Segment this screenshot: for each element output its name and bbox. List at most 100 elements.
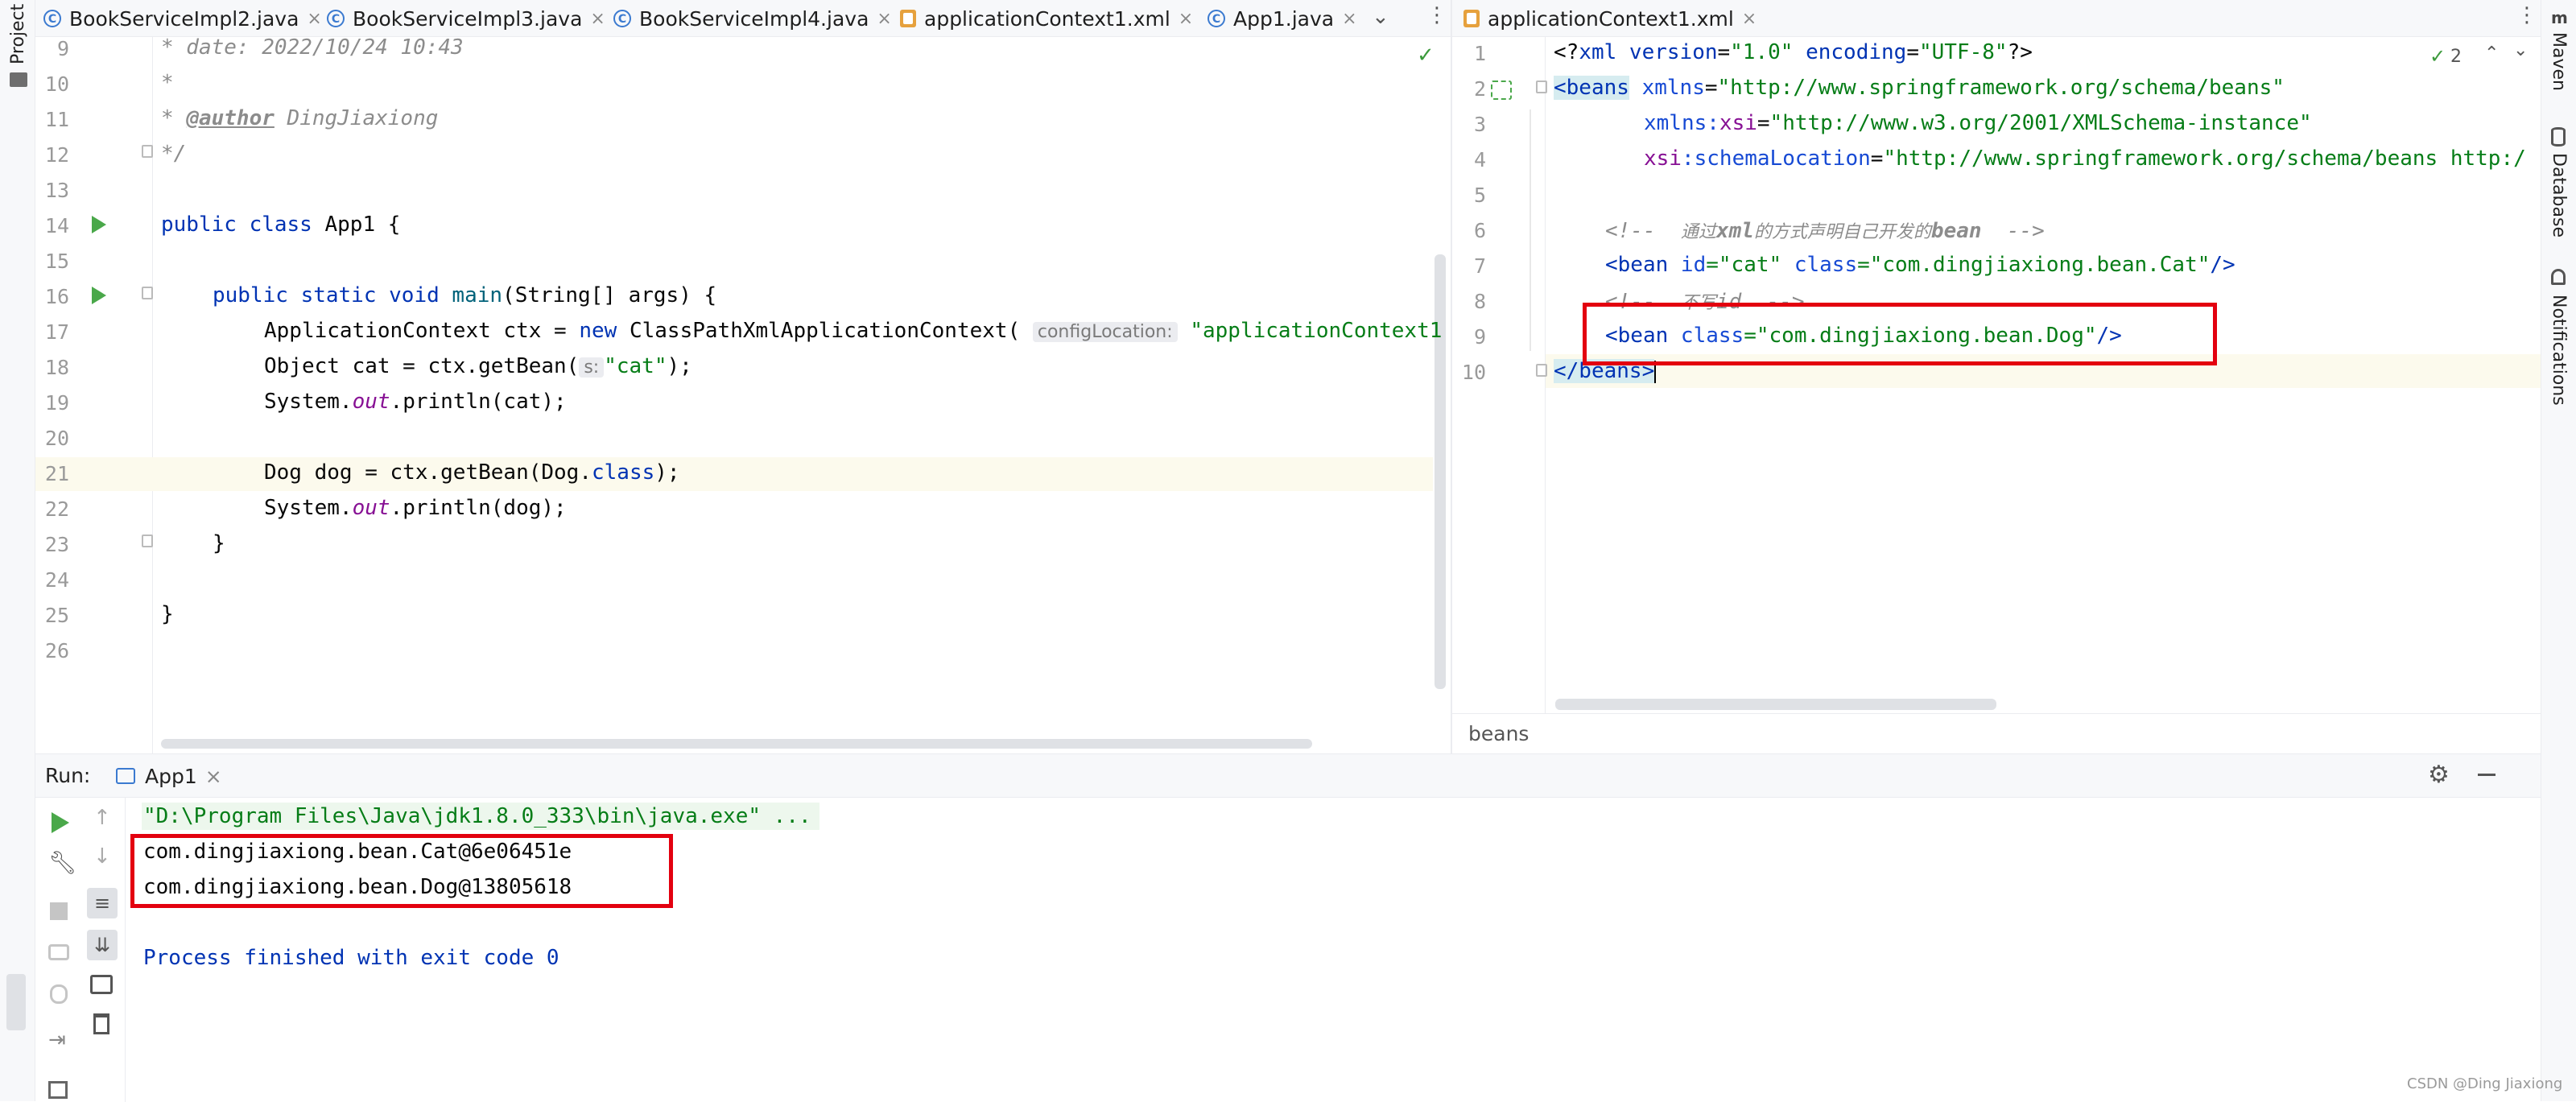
code-line-21: Dog dog = ctx.getBean(Dog.class); (264, 460, 680, 485)
highlight-box-console-output (130, 834, 673, 908)
line-number: 11 (44, 108, 69, 131)
breadcrumb-item[interactable]: beans (1468, 722, 1529, 745)
xml-punct: <? (1554, 40, 1579, 64)
tab-app1-java[interactable]: C App1.java × (1203, 0, 1362, 40)
tab-applicationcontext1-xml[interactable]: applicationContext1.xml × (900, 0, 1193, 37)
indent-guide (1530, 109, 1531, 351)
xml-line-4: xsi:schemaLocation="http://www.springfra… (1644, 147, 2526, 171)
close-icon[interactable]: × (205, 765, 222, 788)
close-icon[interactable]: × (1342, 9, 1356, 29)
code-text: .println(cat); (390, 390, 567, 414)
fold-marker-icon[interactable] (142, 145, 153, 158)
camera-icon[interactable] (48, 944, 69, 960)
scroll-to-end-icon[interactable]: ⇊ (87, 930, 118, 960)
line-number: 13 (44, 179, 69, 202)
trash-icon[interactable] (93, 1013, 109, 1034)
parameter-hint: s: (579, 357, 605, 378)
close-icon[interactable]: × (877, 9, 891, 29)
static-field: out (352, 496, 390, 520)
keyword: new (579, 319, 617, 343)
line-number: 2 (1473, 77, 1486, 101)
minimize-icon[interactable] (2478, 774, 2496, 776)
line-number: 8 (1473, 290, 1486, 313)
code-line-9: * date: 2022/10/24 10:43 (161, 35, 464, 60)
fold-marker-icon[interactable] (1536, 364, 1547, 377)
xml-attr: xmlns (1629, 76, 1705, 100)
xml-value: "http://www.springframework.org/schema/b… (1883, 147, 2526, 171)
code-text: System. (264, 496, 353, 520)
bell-icon[interactable] (2551, 269, 2566, 285)
line-number: 23 (44, 533, 69, 556)
xml-line-7: <bean id="cat" class="com.dingjiaxiong.b… (1605, 253, 2235, 277)
close-icon[interactable]: × (590, 9, 605, 29)
xml-tag: <beans (1554, 76, 1629, 100)
run-label: Run: (45, 764, 91, 787)
string-literal: "applicationContext1 (1190, 319, 1443, 343)
fold-marker-icon[interactable] (142, 534, 153, 547)
line-number: 15 (44, 250, 69, 273)
highlight-box-dog-bean (1583, 303, 2217, 365)
notifications-tool-label[interactable]: Notifications (2549, 295, 2569, 406)
tab-bookserviceimpl3[interactable]: C BookServiceImpl3.java × (327, 0, 605, 37)
tab-label: BookServiceImpl3.java (353, 6, 583, 31)
xml-attr: xmlns: (1644, 111, 1719, 135)
java-editor[interactable]: ✓ (35, 37, 1451, 753)
code-line-10: * (161, 71, 174, 95)
xml-value: "1.0" (1730, 40, 1794, 64)
fold-marker-icon[interactable] (142, 287, 153, 299)
close-icon[interactable]: × (1179, 9, 1193, 29)
arrow-up-icon[interactable]: ↑ (93, 806, 111, 830)
comment-text: * date: 2022/10/24 10:43 (161, 35, 464, 60)
run-gutter-icon[interactable] (92, 287, 106, 304)
xml-namespace: xsi (1644, 147, 1682, 171)
print-icon[interactable] (90, 975, 113, 994)
horizontal-scrollbar[interactable] (1555, 699, 1996, 710)
layout-icon[interactable] (48, 1081, 68, 1099)
horizontal-scrollbar[interactable] (161, 739, 1312, 749)
run-tab-app1[interactable]: App1 × (116, 754, 222, 798)
login-icon[interactable]: ⇥ (48, 1028, 66, 1052)
line-number: 10 (1461, 361, 1486, 384)
soft-wrap-icon[interactable]: ≡ (87, 888, 118, 918)
java-class-icon: C (613, 10, 631, 27)
xml-attr: id (1668, 253, 1707, 277)
tab-bookserviceimpl2[interactable]: C BookServiceImpl2.java × (43, 0, 322, 37)
rerun-icon[interactable] (52, 812, 69, 833)
maven-icon[interactable]: m (2551, 8, 2568, 27)
fold-marker-icon[interactable] (1536, 80, 1547, 93)
xml-value: "http://www.springframework.org/schema/b… (1717, 76, 2285, 100)
xml-decl: xml version (1579, 40, 1718, 64)
wrench-icon[interactable]: 🔧︎ (48, 849, 77, 876)
code-text: ApplicationContext ctx = (264, 319, 580, 343)
run-gutter-icon[interactable] (92, 216, 106, 233)
line-number: 3 (1473, 113, 1486, 136)
console-command: "D:\Program Files\Java\jdk1.8.0_333\bin\… (142, 803, 819, 830)
comment-text: */ (161, 142, 187, 166)
run-panel-header: Run: App1 × ⚙ (35, 754, 2541, 798)
line-number: 9 (56, 37, 69, 60)
close-icon[interactable]: × (307, 9, 321, 29)
stop-icon[interactable] (50, 902, 68, 920)
xml-punct: = (1757, 111, 1770, 135)
xml-value: ="com.dingjiaxiong.bean.Cat" (1857, 253, 2211, 277)
xml-comment: 通过 (1680, 222, 1716, 242)
comment-text: * (161, 71, 174, 95)
structure-tool-icon[interactable] (6, 974, 26, 1030)
bug-icon[interactable] (50, 984, 68, 1004)
java-class-icon: C (1208, 10, 1225, 27)
gear-icon[interactable]: ⚙ (2428, 761, 2450, 789)
xml-punct: = (1717, 40, 1731, 64)
more-options-icon[interactable]: ⋮ (1426, 3, 1447, 27)
chevron-down-icon[interactable]: ⌄ (1372, 5, 1389, 29)
xml-file-icon (900, 10, 916, 27)
code-text: } (213, 531, 225, 555)
arrow-down-icon[interactable]: ↓ (93, 844, 111, 869)
xml-punct: = (1704, 76, 1718, 100)
tab-bookserviceimpl4[interactable]: C BookServiceImpl4.java × (613, 0, 892, 37)
maven-tool-label[interactable]: Maven (2549, 32, 2569, 91)
bean-gutter-icon[interactable] (1491, 80, 1512, 100)
inspection-ok-icon[interactable]: ✓ (1417, 43, 1435, 68)
database-icon[interactable] (2551, 127, 2566, 147)
parameter-hint: configLocation: (1032, 322, 1178, 342)
database-tool-label[interactable]: Database (2549, 153, 2569, 237)
